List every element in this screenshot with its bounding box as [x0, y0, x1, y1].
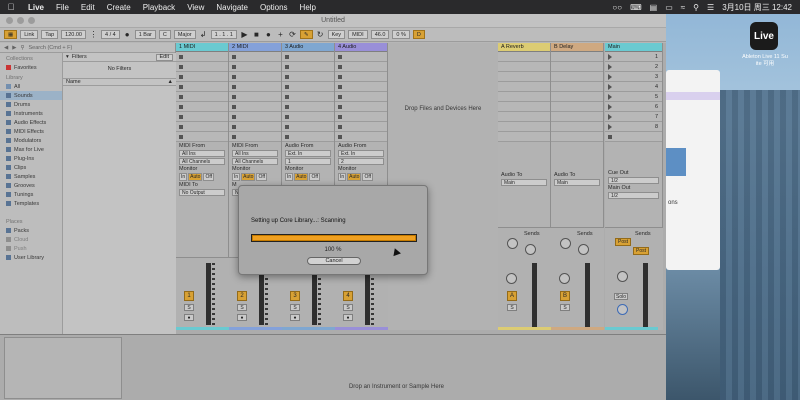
caption-line-1: Ableton Live 11 Su	[742, 54, 788, 60]
setup-progress-bar	[251, 234, 417, 242]
spotlight-icon[interactable]: ⚲	[693, 3, 699, 12]
background-window-strip	[666, 92, 720, 100]
apple-icon[interactable]: 	[0, 2, 22, 12]
menu-options[interactable]: Options	[254, 3, 294, 12]
menu-create[interactable]: Create	[101, 3, 137, 12]
menu-edit[interactable]: Edit	[75, 3, 101, 12]
menu-clock[interactable]: 3月10日 周三 12:42	[722, 2, 792, 13]
menu-view[interactable]: View	[181, 3, 210, 12]
setup-status-text: Setting up Core Library...: Scanning	[251, 218, 346, 224]
background-window-panel	[666, 148, 686, 176]
live-notification-icon[interactable]: Live	[750, 22, 778, 50]
menu-playback[interactable]: Playback	[137, 3, 181, 12]
wifi-icon[interactable]: ≈	[681, 3, 685, 12]
control-center-icon[interactable]: ☰	[707, 3, 714, 12]
menu-app[interactable]: Live	[22, 3, 50, 12]
menu-file[interactable]: File	[50, 3, 75, 12]
setup-progress-fill	[252, 235, 416, 241]
creative-cloud-icon[interactable]: ○○	[612, 3, 622, 12]
core-library-setup-dialog: Setting up Core Library...: Scanning 100…	[238, 185, 428, 275]
wallpaper-train	[720, 90, 800, 400]
cancel-button[interactable]: Cancel	[307, 257, 361, 265]
mac-menu-bar:  Live File Edit Create Playback View Na…	[0, 0, 800, 14]
battery-icon[interactable]: ▭	[665, 3, 673, 12]
live-notification-caption: Ableton Live 11 Su ite 可用	[735, 54, 795, 68]
menu-help[interactable]: Help	[294, 3, 322, 12]
input-source-icon[interactable]: ▤	[650, 3, 658, 12]
background-window[interactable]: ons	[666, 70, 720, 270]
background-window-text: ons	[668, 200, 678, 206]
caption-line-2: ite 可用	[755, 61, 775, 67]
menu-navigate[interactable]: Navigate	[210, 3, 254, 12]
keyboard-icon[interactable]: ⌨	[630, 3, 642, 12]
